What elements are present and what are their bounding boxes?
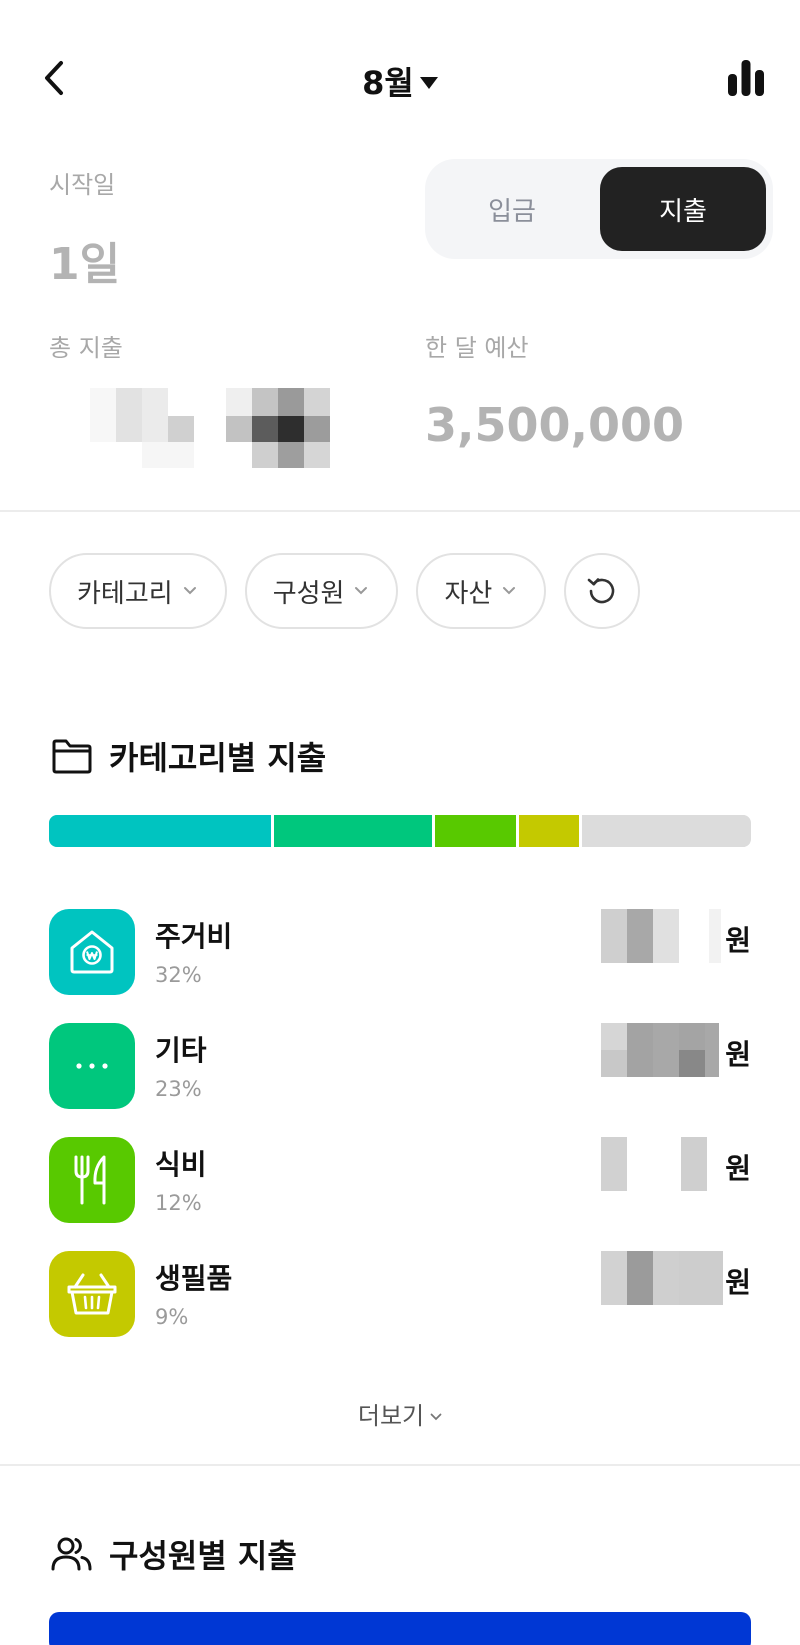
category-percent: 32% — [155, 963, 202, 987]
redacted-amount — [601, 1251, 724, 1305]
member-section-title-text: 구성원별 지출 — [109, 1537, 297, 1575]
category-percent: 23% — [155, 1077, 202, 1101]
income-expense-toggle: 입금 지출 — [425, 159, 773, 259]
category-name: 식비 — [155, 1148, 207, 1181]
category-share-segment — [435, 815, 519, 847]
filter-category-chip[interactable]: 카테고리 — [49, 553, 227, 629]
divider — [0, 1464, 800, 1466]
category-row[interactable]: 생필품 9% 원 — [49, 1251, 751, 1337]
category-name: 생필품 — [155, 1262, 233, 1295]
users-icon — [51, 1535, 93, 1573]
start-date-label: 시작일 — [49, 171, 116, 199]
filter-asset-label: 자산 — [444, 578, 493, 609]
filter-category-label: 카테고리 — [77, 578, 173, 609]
category-share-segment — [519, 815, 582, 847]
category-section-title: 카테고리별 지출 — [51, 733, 326, 779]
tab-expense[interactable]: 지출 — [600, 167, 766, 251]
category-name: 기타 — [155, 1034, 207, 1067]
filter-member-chip[interactable]: 구성원 — [244, 553, 399, 629]
currency-unit: 원 — [725, 1038, 751, 1071]
currency-unit: 원 — [725, 924, 751, 957]
chevron-down-icon — [355, 587, 368, 595]
fork-knife-icon — [49, 1137, 135, 1223]
category-percent: 12% — [155, 1191, 202, 1215]
folder-icon — [51, 738, 93, 774]
tab-income[interactable]: 입금 — [425, 159, 599, 259]
month-selector[interactable]: 8월 — [0, 58, 800, 104]
currency-unit: 원 — [725, 1152, 751, 1185]
header: 8월 — [0, 0, 800, 160]
chevron-down-icon — [430, 1413, 442, 1421]
category-share-segment — [582, 815, 750, 847]
total-expense-value-redacted — [90, 388, 340, 472]
stats-button[interactable] — [726, 58, 766, 98]
category-name: 주거비 — [155, 920, 233, 953]
category-percent: 9% — [155, 1305, 189, 1329]
category-amount: 원 — [601, 909, 751, 965]
chevron-down-icon — [183, 587, 196, 595]
member-section-title: 구성원별 지출 — [51, 1531, 297, 1577]
category-row[interactable]: 주거비 32% 원 — [49, 909, 751, 995]
category-amount: 원 — [601, 1023, 751, 1079]
category-row[interactable]: 기타 23% 원 — [49, 1023, 751, 1109]
house-icon — [49, 909, 135, 995]
start-date-value[interactable]: 1일 — [49, 228, 120, 292]
currency-unit: 원 — [725, 1266, 751, 1299]
divider — [0, 510, 800, 512]
caret-down-icon — [419, 77, 438, 89]
filter-member-label: 구성원 — [272, 578, 345, 609]
more-dots-icon — [49, 1023, 135, 1109]
category-amount: 원 — [601, 1251, 751, 1307]
basket-icon — [49, 1251, 135, 1337]
category-section-title-text: 카테고리별 지출 — [109, 739, 327, 777]
redacted-amount — [601, 1137, 723, 1191]
filter-row: 카테고리 구성원 자산 — [49, 553, 641, 629]
category-share-segment — [49, 815, 274, 847]
chevron-down-icon — [503, 587, 516, 595]
category-share-bar — [49, 815, 751, 847]
category-row[interactable]: 식비 12% 원 — [49, 1137, 751, 1223]
redacted-amount — [601, 1023, 723, 1077]
more-label: 더보기 — [357, 1402, 425, 1430]
filter-asset-chip[interactable]: 자산 — [416, 553, 547, 629]
month-label: 8월 — [362, 64, 414, 102]
more-button[interactable]: 더보기 — [0, 1396, 800, 1431]
refresh-icon — [587, 578, 615, 604]
monthly-budget-value[interactable]: 3,500,000 — [425, 398, 684, 452]
category-amount: 원 — [601, 1137, 751, 1193]
monthly-budget-label: 한 달 예산 — [425, 334, 529, 362]
redacted-amount — [601, 909, 723, 963]
reset-filter-button[interactable] — [564, 553, 641, 629]
member-share-bar — [49, 1612, 751, 1645]
total-expense-label: 총 지출 — [49, 334, 123, 362]
category-share-segment — [274, 815, 435, 847]
bar-chart-icon — [728, 60, 764, 96]
